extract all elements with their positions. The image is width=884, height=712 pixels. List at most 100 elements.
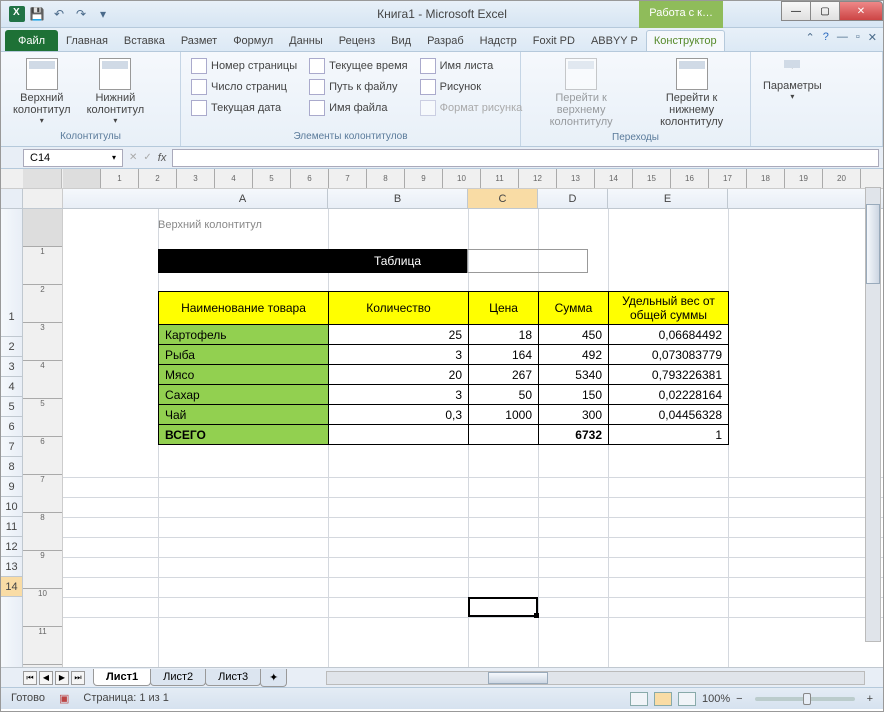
sheet-tab-3[interactable]: Лист3 <box>205 669 261 686</box>
row-header-2[interactable]: 2 <box>1 337 22 357</box>
th-name[interactable]: Наименование товара <box>159 292 329 325</box>
tab-abbyy[interactable]: ABBYY P <box>583 30 646 51</box>
workbook-close[interactable]: ✕ <box>868 31 877 44</box>
qat-redo[interactable]: ↷ <box>71 4 91 24</box>
zoom-level[interactable]: 100% <box>702 693 730 705</box>
row-header-8[interactable]: 8 <box>1 457 22 477</box>
view-page-break[interactable] <box>678 692 696 706</box>
qat-customize[interactable]: ▾ <box>93 4 113 24</box>
tab-home[interactable]: Главная <box>58 30 116 51</box>
tab-design[interactable]: Конструктор <box>646 30 725 51</box>
row-header-3[interactable]: 3 <box>1 357 22 377</box>
tab-developer[interactable]: Разраб <box>419 30 472 51</box>
th-share[interactable]: Удельный вес от общей суммы <box>609 292 729 325</box>
zoom-slider-thumb[interactable] <box>803 693 811 705</box>
parameters-button[interactable]: ⚙ Параметры ▾ <box>757 56 828 103</box>
row-header-7[interactable]: 7 <box>1 437 22 457</box>
sheet-nav-last[interactable]: ⏭ <box>71 671 85 685</box>
row-header-4[interactable]: 4 <box>1 377 22 397</box>
vertical-scroll-thumb[interactable] <box>866 204 880 284</box>
table-row[interactable]: Картофель25184500,06684492 <box>159 325 729 345</box>
tab-insert[interactable]: Вставка <box>116 30 173 51</box>
row-header-10[interactable]: 10 <box>1 497 22 517</box>
row-header-5[interactable]: 5 <box>1 397 22 417</box>
row-header-12[interactable]: 12 <box>1 537 22 557</box>
sheet-tab-2[interactable]: Лист2 <box>150 669 206 686</box>
horizontal-scroll-thumb[interactable] <box>488 672 548 684</box>
sheet-nav-next[interactable]: ▶ <box>55 671 69 685</box>
view-normal[interactable] <box>630 692 648 706</box>
data-table[interactable]: Наименование товара Количество Цена Сумм… <box>158 291 729 445</box>
tab-view[interactable]: Вид <box>383 30 419 51</box>
current-date-button[interactable]: Текущая дата <box>187 98 301 118</box>
th-sum[interactable]: Сумма <box>539 292 609 325</box>
col-header-d[interactable]: D <box>538 189 608 208</box>
title-box-right[interactable] <box>468 249 588 273</box>
tab-file[interactable]: Файл <box>5 30 58 51</box>
help-icon[interactable]: ? <box>823 31 829 44</box>
close-button[interactable]: ✕ <box>839 1 883 21</box>
table-row[interactable]: Рыба31644920,073083779 <box>159 345 729 365</box>
tab-review[interactable]: Реценз <box>331 30 383 51</box>
page-count-button[interactable]: Число страниц <box>187 77 301 97</box>
tab-foxit[interactable]: Foxit PD <box>525 30 583 51</box>
vertical-scrollbar[interactable] <box>865 187 881 642</box>
file-name-button[interactable]: Имя файла <box>305 98 411 118</box>
sheet-nav-first[interactable]: ⏮ <box>23 671 37 685</box>
picture-button[interactable]: Рисунок <box>416 77 527 97</box>
zoom-slider[interactable] <box>755 697 855 701</box>
row-header-9[interactable]: 9 <box>1 477 22 497</box>
tab-formulas[interactable]: Формул <box>225 30 281 51</box>
horizontal-ruler[interactable]: 123 456 789 101112 131415 161718 1920 <box>1 169 883 189</box>
footer-button[interactable]: Нижний колонтитул ▾ <box>81 56 151 127</box>
qat-undo[interactable]: ↶ <box>49 4 69 24</box>
col-header-c[interactable]: C <box>468 189 538 208</box>
horizontal-scrollbar[interactable] <box>326 671 865 685</box>
header-button[interactable]: Верхний колонтитул ▾ <box>7 56 77 127</box>
workbook-minimize[interactable]: — <box>837 31 848 44</box>
zoom-out[interactable]: − <box>736 693 742 705</box>
sheet-tab-new[interactable]: ✦ <box>260 669 287 687</box>
maximize-button[interactable]: ▢ <box>810 1 840 21</box>
select-all-corner[interactable] <box>1 189 23 208</box>
zoom-in[interactable]: + <box>867 693 873 705</box>
sheet-tab-1[interactable]: Лист1 <box>93 669 151 686</box>
table-row[interactable]: Сахар3501500,02228164 <box>159 385 729 405</box>
title-box-mid[interactable]: Таблица <box>328 249 468 273</box>
cells-area[interactable]: Верхний колонтитул Таблица Наименование … <box>63 209 883 667</box>
qat-save[interactable]: 💾 <box>27 4 47 24</box>
row-header-14[interactable]: 14 <box>1 577 22 597</box>
row-header-13[interactable]: 13 <box>1 557 22 577</box>
goto-footer-button[interactable]: Перейти к нижнему колонтитулу <box>639 56 744 130</box>
title-box-left[interactable] <box>158 249 328 273</box>
fx-confirm[interactable]: ✓ <box>143 152 151 163</box>
minimize-button[interactable]: — <box>781 1 811 21</box>
ribbon-minimize[interactable]: ⌃ <box>806 31 815 44</box>
sheet-nav-prev[interactable]: ◀ <box>39 671 53 685</box>
tab-layout[interactable]: Размет <box>173 30 225 51</box>
vertical-ruler[interactable]: 123 456 789 1011 <box>23 209 63 667</box>
fx-cancel[interactable]: ✕ <box>129 152 137 163</box>
fx-icon[interactable]: fx <box>158 152 167 164</box>
row-header-11[interactable]: 11 <box>1 517 22 537</box>
name-box[interactable]: C14▾ <box>23 149 123 167</box>
tab-addins[interactable]: Надстр <box>472 30 525 51</box>
row-header-6[interactable]: 6 <box>1 417 22 437</box>
th-qty[interactable]: Количество <box>329 292 469 325</box>
page-number-button[interactable]: Номер страницы <box>187 56 301 76</box>
col-header-e[interactable]: E <box>608 189 728 208</box>
table-row-total[interactable]: ВСЕГО67321 <box>159 425 729 445</box>
file-path-button[interactable]: Путь к файлу <box>305 77 411 97</box>
macro-record-icon[interactable]: ▣ <box>59 692 69 705</box>
table-row[interactable]: Мясо2026753400,793226381 <box>159 365 729 385</box>
tab-data[interactable]: Данны <box>281 30 331 51</box>
current-time-button[interactable]: Текущее время <box>305 56 411 76</box>
workbook-restore[interactable]: ▫ <box>856 31 860 44</box>
view-page-layout[interactable] <box>654 692 672 706</box>
formula-input[interactable] <box>172 149 879 167</box>
sheet-name-button[interactable]: Имя листа <box>416 56 527 76</box>
cell-selection[interactable] <box>468 597 538 617</box>
table-row[interactable]: Чай0,310003000,04456328 <box>159 405 729 425</box>
th-price[interactable]: Цена <box>469 292 539 325</box>
col-header-b[interactable]: B <box>328 189 468 208</box>
